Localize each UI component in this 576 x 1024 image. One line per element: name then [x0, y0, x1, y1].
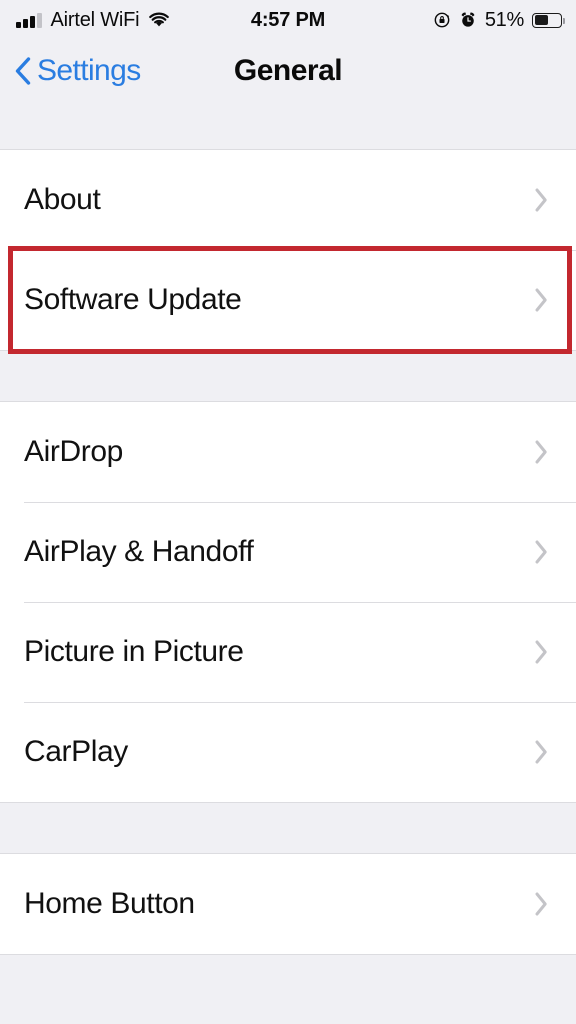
battery-percent-label: 51%: [484, 8, 524, 31]
settings-row-label: Software Update: [24, 283, 242, 316]
cellular-signal-icon: [16, 12, 42, 28]
section-gap: [0, 802, 576, 854]
settings-row[interactable]: AirDrop: [0, 402, 576, 502]
clock-label: 4:57 PM: [250, 8, 326, 31]
alarm-clock-icon: [459, 11, 477, 29]
rotation-lock-icon: [433, 11, 451, 29]
status-bar-right: 51%: [433, 0, 565, 40]
chevron-right-icon: [533, 637, 558, 667]
status-bar: Airtel WiFi 4:57 PM 51%: [0, 0, 576, 40]
settings-group: AirDrop AirPlay & Handoff Picture in Pictu…: [0, 402, 576, 802]
page-title: General: [233, 54, 343, 87]
settings-row[interactable]: AirPlay & Handoff: [0, 502, 576, 602]
section-gap: [0, 350, 576, 402]
settings-row[interactable]: Picture in Picture: [0, 602, 576, 702]
settings-list[interactable]: About Software Update AirDrop AirPlay & Han…: [0, 102, 576, 1014]
chevron-right-icon: [533, 537, 558, 567]
settings-row[interactable]: Home Button: [0, 854, 576, 954]
chevron-right-icon: [533, 889, 558, 919]
chevron-right-icon: [533, 185, 558, 215]
settings-row[interactable]: CarPlay: [0, 702, 576, 802]
settings-sections: About Software Update AirDrop AirPlay & Han…: [0, 150, 576, 1014]
settings-group: About Software Update: [0, 150, 576, 354]
settings-row-label: Picture in Picture: [24, 635, 244, 668]
settings-row-label: CarPlay: [24, 735, 128, 768]
carrier-label: Airtel WiFi: [50, 8, 140, 31]
settings-row-label: About: [24, 183, 101, 216]
section-gap-top: [0, 102, 576, 150]
wifi-icon: [148, 12, 170, 28]
chevron-right-icon: [533, 737, 558, 767]
chevron-right-icon: [533, 437, 558, 467]
settings-row-label: Home Button: [24, 887, 195, 920]
settings-row-label: AirPlay & Handoff: [24, 535, 254, 568]
navigation-bar: Settings General: [0, 40, 576, 102]
settings-row[interactable]: Software Update: [0, 246, 576, 354]
settings-group: Home Button: [0, 854, 576, 954]
chevron-right-icon: [533, 285, 558, 315]
status-bar-left: Airtel WiFi: [16, 0, 170, 40]
settings-row[interactable]: About: [0, 150, 576, 250]
section-gap-bottom: [0, 954, 576, 1014]
battery-icon: [532, 12, 565, 28]
settings-row-label: AirDrop: [24, 435, 123, 468]
